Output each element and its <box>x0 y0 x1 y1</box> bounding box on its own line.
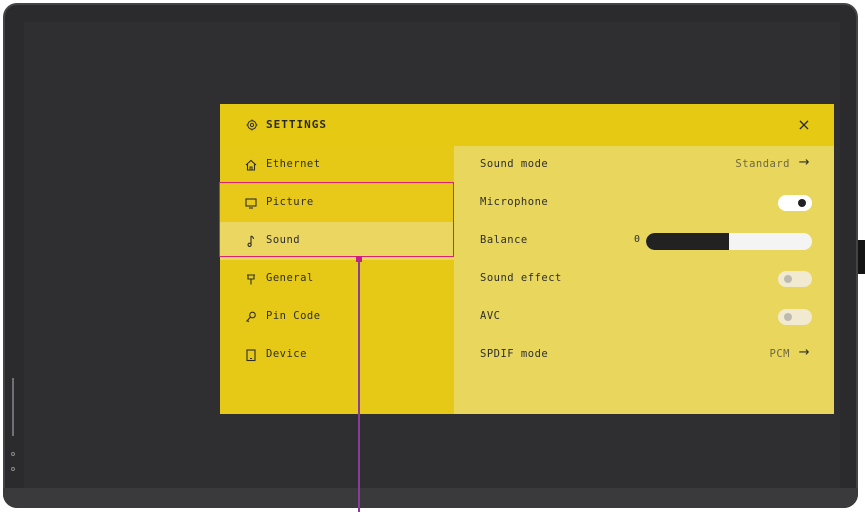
tablet-icon <box>246 349 256 362</box>
row-microphone: Microphone <box>454 184 834 222</box>
sidebar-item-picture[interactable]: Picture <box>220 184 454 222</box>
spdif-mode-label: SPDIF mode <box>480 348 549 360</box>
spdif-mode-value: PCM <box>769 348 790 360</box>
row-sound-effect: Sound effect <box>454 260 834 298</box>
sidebar-item-label: Picture <box>266 196 314 208</box>
sidebar-item-label: Pin Code <box>266 310 321 322</box>
sidebar-item-label: General <box>266 272 314 284</box>
arrow-right-icon[interactable]: → <box>799 345 810 360</box>
avc-label: AVC <box>480 310 501 322</box>
balance-label: Balance <box>480 234 528 246</box>
sound-mode-label: Sound mode <box>480 158 549 170</box>
key-icon <box>246 311 256 323</box>
gear-icon <box>246 119 258 131</box>
side-button-icon[interactable] <box>11 452 15 456</box>
right-edge-tab <box>858 240 865 274</box>
settings-header: SETTINGS × <box>220 104 834 146</box>
toggle-knob <box>784 275 792 283</box>
settings-title: SETTINGS <box>266 118 327 131</box>
arrow-right-icon[interactable]: → <box>799 155 810 170</box>
pointer-line <box>358 260 360 512</box>
microphone-toggle[interactable] <box>778 195 812 211</box>
toggle-knob <box>784 313 792 321</box>
settings-panel: SETTINGS × Ethernet Picture Sound Genera… <box>220 104 834 414</box>
balance-slider-fill <box>646 233 729 250</box>
balance-slider[interactable] <box>646 233 812 250</box>
side-slider-line <box>12 378 14 436</box>
microphone-label: Microphone <box>480 196 549 208</box>
sidebar-item-label: Device <box>266 348 307 360</box>
pin-icon <box>247 274 255 285</box>
music-note-icon <box>247 235 255 247</box>
row-spdif-mode[interactable]: SPDIF mode PCM → <box>454 336 834 374</box>
sidebar-item-sound[interactable]: Sound <box>220 222 454 260</box>
sidebar-item-pin-code[interactable]: Pin Code <box>220 298 454 336</box>
row-sound-mode[interactable]: Sound mode Standard → <box>454 146 834 184</box>
sound-effect-toggle[interactable] <box>778 271 812 287</box>
display-chin <box>3 488 858 508</box>
row-avc: AVC <box>454 298 834 336</box>
sidebar-item-device[interactable]: Device <box>220 336 454 374</box>
monitor-icon <box>245 198 257 209</box>
balance-value: 0 <box>634 234 641 245</box>
avc-toggle[interactable] <box>778 309 812 325</box>
sidebar-item-label: Sound <box>266 234 301 246</box>
toggle-knob <box>798 199 806 207</box>
sound-settings-content: Sound mode Standard → Microphone Balance… <box>454 146 834 414</box>
sound-mode-value: Standard <box>735 158 790 170</box>
home-icon <box>245 159 257 171</box>
sidebar-item-ethernet[interactable]: Ethernet <box>220 146 454 184</box>
settings-sidebar: Ethernet Picture Sound General Pin Code … <box>220 146 454 414</box>
close-button[interactable]: × <box>794 115 814 135</box>
row-balance: Balance 0 <box>454 222 834 260</box>
sidebar-item-label: Ethernet <box>266 158 321 170</box>
sidebar-item-general[interactable]: General <box>220 260 454 298</box>
sound-effect-label: Sound effect <box>480 272 562 284</box>
side-power-icon[interactable] <box>11 467 15 471</box>
